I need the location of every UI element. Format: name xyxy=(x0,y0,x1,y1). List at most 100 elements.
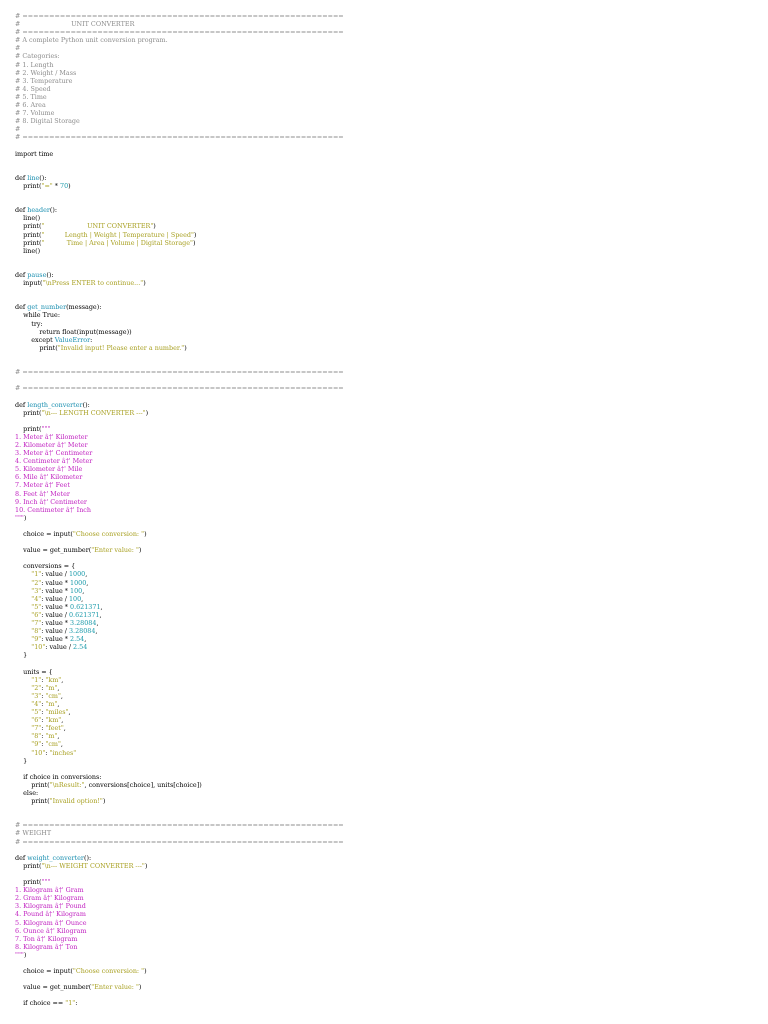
code-token: , xyxy=(63,724,66,733)
code-token: " UNIT CONVERTER" xyxy=(41,222,154,231)
code-token: units = { xyxy=(15,667,53,676)
code-token: 6. Ounce â†' Kilogram xyxy=(15,926,87,935)
code-line: ​ xyxy=(15,975,344,983)
code-token: 8. Feet â†' Meter xyxy=(15,489,70,498)
code-line: "3": value * 100, xyxy=(15,587,344,595)
code-line: "9": value * 2.54, xyxy=(15,635,344,643)
code-line: if choice == "1": xyxy=(15,999,344,1007)
code-token: , xyxy=(84,635,87,644)
code-line: line() xyxy=(15,214,344,222)
code-token: "9" xyxy=(15,740,42,749)
code-token: , xyxy=(82,586,85,595)
code-line: 2. Kilometer â†' Meter xyxy=(15,441,344,449)
code-line: # 1. Length xyxy=(15,61,344,69)
code-token: , xyxy=(61,675,64,684)
code-token: 3. Kilogram â†' Pound xyxy=(15,902,86,911)
code-token: """ xyxy=(15,513,24,522)
code-token: ) xyxy=(23,513,27,522)
code-token: 1. Meter â†' Kilometer xyxy=(15,432,88,441)
code-line: def header(): xyxy=(15,206,344,214)
code-line: "4": value / 100, xyxy=(15,595,344,603)
code-line: # ======================================… xyxy=(15,368,344,376)
code-token: ValueError xyxy=(54,335,91,344)
code-line: print("\n--- WEIGHT CONVERTER ---") xyxy=(15,862,344,870)
code-line: print(""" xyxy=(15,878,344,886)
code-token: weight_converter xyxy=(27,853,84,862)
code-token: "4" xyxy=(15,699,42,708)
code-line: ​ xyxy=(15,287,344,295)
code-token: # ======================================… xyxy=(15,368,344,377)
code-token: # UNIT CONVERTER xyxy=(15,20,135,29)
code-token: : value * xyxy=(41,578,71,587)
code-line: else: xyxy=(15,789,344,797)
code-line: } xyxy=(15,651,344,659)
code-token: (): xyxy=(39,173,47,182)
code-token: , xyxy=(57,683,60,692)
code-token: "5" xyxy=(15,602,42,611)
code-token: ) xyxy=(144,967,147,976)
code-line: ​ xyxy=(15,538,344,546)
code-token: "8" xyxy=(15,627,42,636)
code-token: : xyxy=(75,999,78,1008)
code-line: } xyxy=(15,757,344,765)
code-token: # 2. Weight / Mass xyxy=(15,68,77,77)
code-line: 9. Inch â†' Centimeter xyxy=(15,498,344,506)
code-token: "1" xyxy=(15,570,42,579)
code-token: "4" xyxy=(15,594,42,603)
code-line: def length_converter(): xyxy=(15,401,344,409)
code-line: # 4. Speed xyxy=(15,85,344,93)
code-token: : value / xyxy=(41,594,69,603)
code-token: 4. Centimeter â†' Meter xyxy=(15,457,93,466)
code-token: : value * xyxy=(41,602,71,611)
code-token: "5" xyxy=(15,708,42,717)
code-line: # 2. Weight / Mass xyxy=(15,69,344,77)
code-token: """ xyxy=(41,424,51,433)
code-token: choice = input( xyxy=(15,530,73,538)
code-token: get_number xyxy=(27,303,67,312)
code-token: , xyxy=(99,610,102,619)
code-line: 4. Pound â†' Kilogram xyxy=(15,910,344,918)
code-line: print(""" xyxy=(15,425,344,433)
code-line: def line(): xyxy=(15,174,344,182)
code-token: "\n--- WEIGHT CONVERTER ---" xyxy=(41,861,145,870)
code-token: } xyxy=(15,756,28,765)
code-token: 7. Meter â†' Feet xyxy=(15,481,70,490)
code-token: # WEIGHT xyxy=(15,829,52,838)
code-line: ​ xyxy=(15,263,344,271)
code-token: def xyxy=(15,400,28,409)
code-token: , xyxy=(57,699,60,708)
code-line: ​ xyxy=(15,158,344,166)
code-line: ​ xyxy=(15,813,344,821)
code-token: : value * xyxy=(41,586,71,595)
code-line: 4. Centimeter â†' Meter xyxy=(15,457,344,465)
code-line: print("=" * 70) xyxy=(15,182,344,190)
code-line: print("Invalid input! Please enter a num… xyxy=(15,344,344,352)
code-token: 2.54 xyxy=(70,635,85,644)
code-line: # 6. Area xyxy=(15,101,344,109)
code-line: ​ xyxy=(15,870,344,878)
code-line: 7. Ton â†' Kilogram xyxy=(15,935,344,943)
code-token: print( xyxy=(15,878,42,887)
code-token: header xyxy=(27,206,50,215)
code-token: print( xyxy=(15,230,42,239)
code-token: def xyxy=(15,853,28,862)
code-line: units = { xyxy=(15,668,344,676)
code-line: "4": "m", xyxy=(15,700,344,708)
code-line: return float(input(message)) xyxy=(15,328,344,336)
code-token: # ======================================… xyxy=(15,12,344,20)
code-token: "Invalid option!" xyxy=(49,797,103,806)
code-token: print( xyxy=(15,222,42,231)
code-token: line() xyxy=(15,246,41,255)
code-line: 8. Kilogram â†' Ton xyxy=(15,943,344,951)
code-token: ) xyxy=(68,181,71,190)
code-token: def xyxy=(15,303,28,312)
code-line: 8. Feet â†' Meter xyxy=(15,490,344,498)
code-token: 4. Pound â†' Kilogram xyxy=(15,910,86,919)
code-token: # ======================================… xyxy=(15,837,344,846)
code-line: print(" Time | Area | Volume | Digital S… xyxy=(15,239,344,247)
code-token: : xyxy=(90,335,93,344)
code-token: "3" xyxy=(15,691,42,700)
code-token: line xyxy=(27,173,40,182)
code-token: " Length | Weight | Temperature | Speed" xyxy=(41,230,194,239)
code-line: ​ xyxy=(15,190,344,198)
